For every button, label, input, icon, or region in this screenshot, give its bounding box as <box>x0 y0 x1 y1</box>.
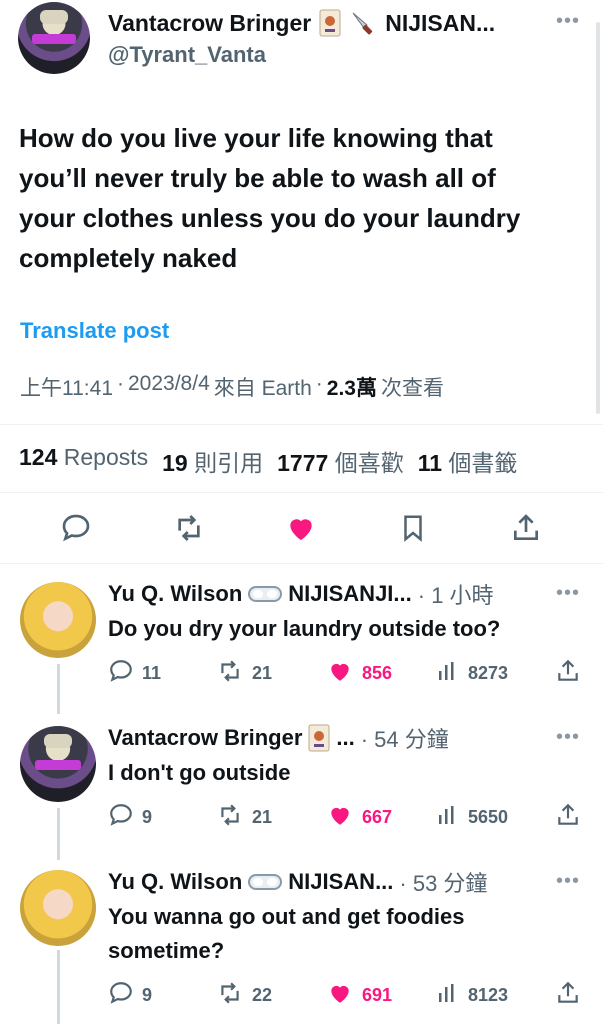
reply-text: Do you dry your laundry outside too? <box>108 616 501 641</box>
stat-likes[interactable]: 1777 個喜歡 <box>277 444 404 478</box>
reply-author-name[interactable]: Vantacrow Bringer <box>108 725 302 751</box>
like-count[interactable]: 667 <box>326 802 392 833</box>
views-icon <box>436 802 460 833</box>
reply-header: Yu Q. Wilson NIJISAN... · 53 分鐘 <box>108 866 548 898</box>
reply-icon[interactable] <box>108 802 134 833</box>
thread-line <box>57 808 60 860</box>
author-avatar[interactable] <box>18 2 90 74</box>
like-icon[interactable] <box>326 980 354 1011</box>
repost-icon[interactable] <box>216 980 244 1011</box>
stat-quotes[interactable]: 19 則引用 <box>162 444 263 478</box>
views-count[interactable]: 8273 <box>436 658 508 689</box>
post-time[interactable]: 上午11:41 <box>20 372 113 402</box>
more-icon[interactable]: ••• <box>556 10 580 33</box>
like-icon[interactable] <box>326 802 354 833</box>
avatar-visor-icon <box>32 10 76 44</box>
author-name-row[interactable]: Vantacrow Bringer NIJISAN... <box>108 8 548 38</box>
reply-avatar[interactable] <box>20 582 96 658</box>
views-icon <box>436 980 460 1011</box>
post-text-line: completely naked <box>19 243 238 273</box>
thread-line <box>57 950 60 1024</box>
reply-avatar[interactable] <box>20 870 96 946</box>
post-date[interactable]: 2023/8/4 <box>128 372 210 402</box>
reply-text-line: You wanna go out and get foodies <box>108 904 465 929</box>
repost-count[interactable]: 21 <box>216 802 272 833</box>
reply-author-name[interactable]: Yu Q. Wilson <box>108 581 242 607</box>
reply-header: Yu Q. Wilson NIJISANJI... · 1 小時 <box>108 578 548 610</box>
reply-icon[interactable] <box>60 512 92 544</box>
divider <box>0 424 603 425</box>
reply-avatar[interactable] <box>20 726 96 802</box>
share-icon[interactable] <box>555 658 581 684</box>
post-views-label: 次查看 <box>380 377 444 400</box>
like-icon[interactable] <box>326 658 354 689</box>
stat-bookmarks[interactable]: 11 個書籤 <box>418 444 518 478</box>
reply-count[interactable]: 9 <box>108 802 152 833</box>
repost-icon[interactable] <box>216 658 244 689</box>
share-icon[interactable] <box>555 802 581 828</box>
like-count[interactable]: 856 <box>326 658 392 689</box>
reply-text: I don't go outside <box>108 760 291 785</box>
repost-icon[interactable] <box>172 512 206 544</box>
more-icon[interactable]: ••• <box>556 726 580 749</box>
reply-time[interactable]: · 1 小時 <box>418 578 494 610</box>
thread-line <box>57 664 60 714</box>
repost-icon[interactable] <box>216 802 244 833</box>
author-name-suffix[interactable]: NIJISAN... <box>385 10 495 37</box>
reply-author-suffix[interactable]: NIJISAN... <box>288 869 393 895</box>
post-text-line: your clothes unless you do your laundry <box>19 203 521 233</box>
views-count[interactable]: 5650 <box>436 802 508 833</box>
author-name[interactable]: Vantacrow Bringer <box>108 10 311 37</box>
share-icon[interactable] <box>555 980 581 1006</box>
post-text: How do you live your life knowing that y… <box>19 118 589 278</box>
post-source: 來自 Earth <box>213 377 312 400</box>
goggles-emoji-icon <box>248 584 283 604</box>
reply-author-suffix[interactable]: NIJISANJI... <box>288 581 411 607</box>
scrollbar[interactable] <box>596 22 600 414</box>
stat-reposts[interactable]: 124 Reposts <box>19 444 148 478</box>
post-text-line: you’ll never truly be able to wash all o… <box>19 163 496 193</box>
joker-card-emoji-icon <box>308 724 330 752</box>
divider <box>0 563 603 564</box>
reply-icon[interactable] <box>108 658 134 689</box>
reply-header: Vantacrow Bringer ... · 54 分鐘 <box>108 722 548 754</box>
author-handle[interactable]: @Tyrant_Vanta <box>108 42 266 68</box>
post-views-count: 2.3萬 <box>326 377 377 400</box>
repost-count[interactable]: 22 <box>216 980 272 1011</box>
reply-count[interactable]: 9 <box>108 980 152 1011</box>
reply-icon[interactable] <box>108 980 134 1011</box>
post-stats: 124 Reposts 19 則引用 1777 個喜歡 11 個書籤 <box>19 444 517 478</box>
reply-author-name[interactable]: Yu Q. Wilson <box>108 869 242 895</box>
reply-time[interactable]: · 54 分鐘 <box>361 722 449 754</box>
bookmark-icon[interactable] <box>398 512 428 544</box>
post-text-line: How do you live your life knowing that <box>19 123 493 153</box>
like-count[interactable]: 691 <box>326 980 392 1011</box>
knife-emoji-icon <box>349 9 377 37</box>
more-icon[interactable]: ••• <box>556 870 580 893</box>
share-icon[interactable] <box>510 512 542 544</box>
views-icon <box>436 658 460 689</box>
more-icon[interactable]: ••• <box>556 582 580 605</box>
reply-text: You wanna go out and get foodies sometim… <box>108 900 464 968</box>
joker-card-emoji-icon <box>319 9 341 37</box>
translate-post-link[interactable]: Translate post <box>20 318 169 344</box>
post-meta: 上午11:41 · 2023/8/4 來自 Earth · 2.3萬 次查看 <box>20 372 444 402</box>
like-icon[interactable] <box>284 512 318 544</box>
divider <box>0 492 603 493</box>
reply-time[interactable]: · 53 分鐘 <box>399 866 487 898</box>
avatar-visor-icon <box>35 734 81 770</box>
repost-count[interactable]: 21 <box>216 658 272 689</box>
views-count[interactable]: 8123 <box>436 980 508 1011</box>
reply-text-line: sometime? <box>108 938 225 963</box>
reply-count[interactable]: 11 <box>108 658 161 689</box>
goggles-emoji-icon <box>248 872 283 892</box>
reply-author-suffix[interactable]: ... <box>336 725 354 751</box>
